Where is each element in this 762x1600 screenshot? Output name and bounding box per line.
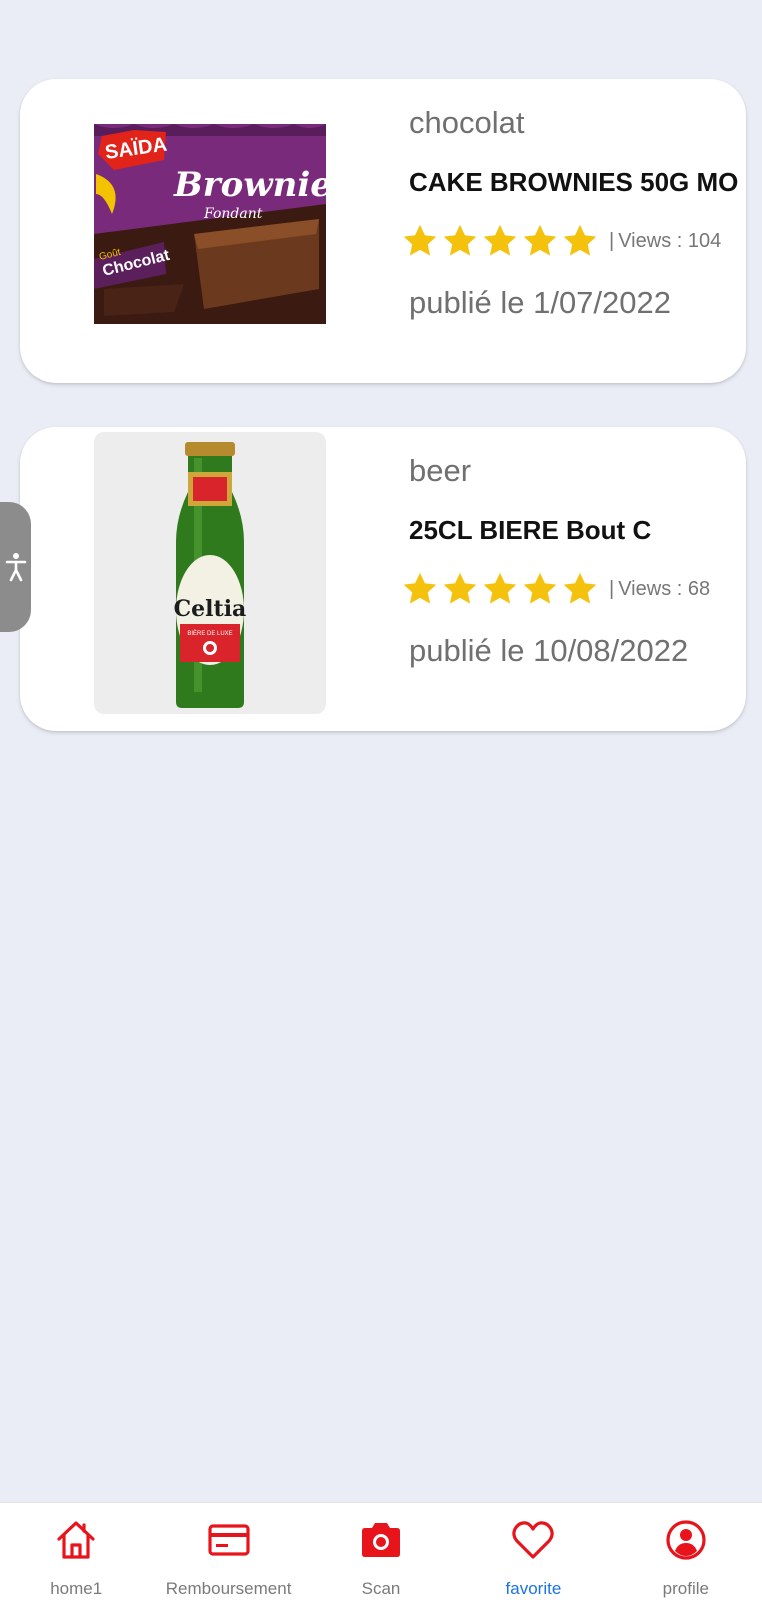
home-icon	[53, 1517, 99, 1563]
product-card[interactable]: SAÏDA Brownie Fondant Goût Chocolat choc…	[20, 79, 746, 383]
svg-text:Celtia: Celtia	[174, 596, 247, 622]
rating-row: | Views : 68	[401, 567, 710, 611]
star-icon	[441, 570, 479, 608]
card-icon	[206, 1517, 252, 1563]
nav-favorite[interactable]: favorite	[457, 1503, 609, 1600]
nav-scan-label: Scan	[361, 1579, 401, 1598]
star-icon	[561, 222, 599, 260]
publish-date: publié le 10/08/2022	[409, 633, 689, 668]
product-title: CAKE BROWNIES 50G MO	[409, 167, 739, 197]
nav-home[interactable]: home1	[0, 1503, 152, 1600]
svg-text:BIÈRE DE LUXE: BIÈRE DE LUXE	[187, 630, 232, 637]
nav-profile[interactable]: profile	[610, 1503, 762, 1600]
favorites-screen: SAÏDA Brownie Fondant Goût Chocolat choc…	[0, 0, 762, 1600]
camera-icon	[358, 1517, 404, 1563]
product-info: chocolat CAKE BROWNIES 50G MO | Views : 1…	[403, 79, 746, 383]
nav-home-label: home1	[50, 1579, 103, 1598]
star-icon	[521, 222, 559, 260]
beer-bottle-image: Celtia BIÈRE DE LUXE	[94, 432, 326, 714]
nav-favorite-label: favorite	[505, 1579, 562, 1598]
star-rating	[401, 570, 599, 608]
product-info: beer 25CL BIERE Bout C | Views : 68 publi…	[403, 427, 746, 731]
product-card[interactable]: Celtia BIÈRE DE LUXE beer 25CL BIERE Bou…	[20, 427, 746, 731]
star-icon	[481, 570, 519, 608]
product-title: 25CL BIERE Bout C	[409, 515, 652, 545]
svg-text:Fondant: Fondant	[203, 206, 263, 222]
accessibility-icon	[5, 553, 26, 582]
product-image-beer: Celtia BIÈRE DE LUXE	[94, 432, 326, 714]
nav-remboursement-label: Remboursement	[165, 1579, 292, 1598]
star-icon	[521, 570, 559, 608]
heart-icon	[510, 1517, 556, 1563]
views-count: | Views : 104	[609, 229, 722, 252]
svg-text:Brownie: Brownie	[173, 165, 326, 205]
nav-scan[interactable]: Scan	[305, 1503, 457, 1600]
brownie-package-image: SAÏDA Brownie Fondant Goût Chocolat	[94, 84, 326, 366]
bottom-navigation: home1 Remboursement Scan favorite profil…	[0, 1502, 762, 1600]
product-category: chocolat	[409, 105, 525, 140]
star-icon	[561, 570, 599, 608]
views-count: | Views : 68	[609, 577, 711, 600]
profile-icon	[663, 1517, 709, 1563]
star-icon	[401, 570, 439, 608]
product-image-brownie: SAÏDA Brownie Fondant Goût Chocolat	[94, 84, 326, 366]
star-icon	[401, 222, 439, 260]
star-icon	[441, 222, 479, 260]
star-icon	[481, 222, 519, 260]
nav-profile-label: profile	[662, 1579, 709, 1598]
nav-remboursement[interactable]: Remboursement	[152, 1503, 304, 1600]
publish-date: publié le 1/07/2022	[409, 285, 672, 320]
rating-row: | Views : 104	[401, 219, 721, 263]
star-rating	[401, 222, 599, 260]
accessibility-button[interactable]	[0, 502, 31, 632]
product-category: beer	[409, 453, 472, 488]
